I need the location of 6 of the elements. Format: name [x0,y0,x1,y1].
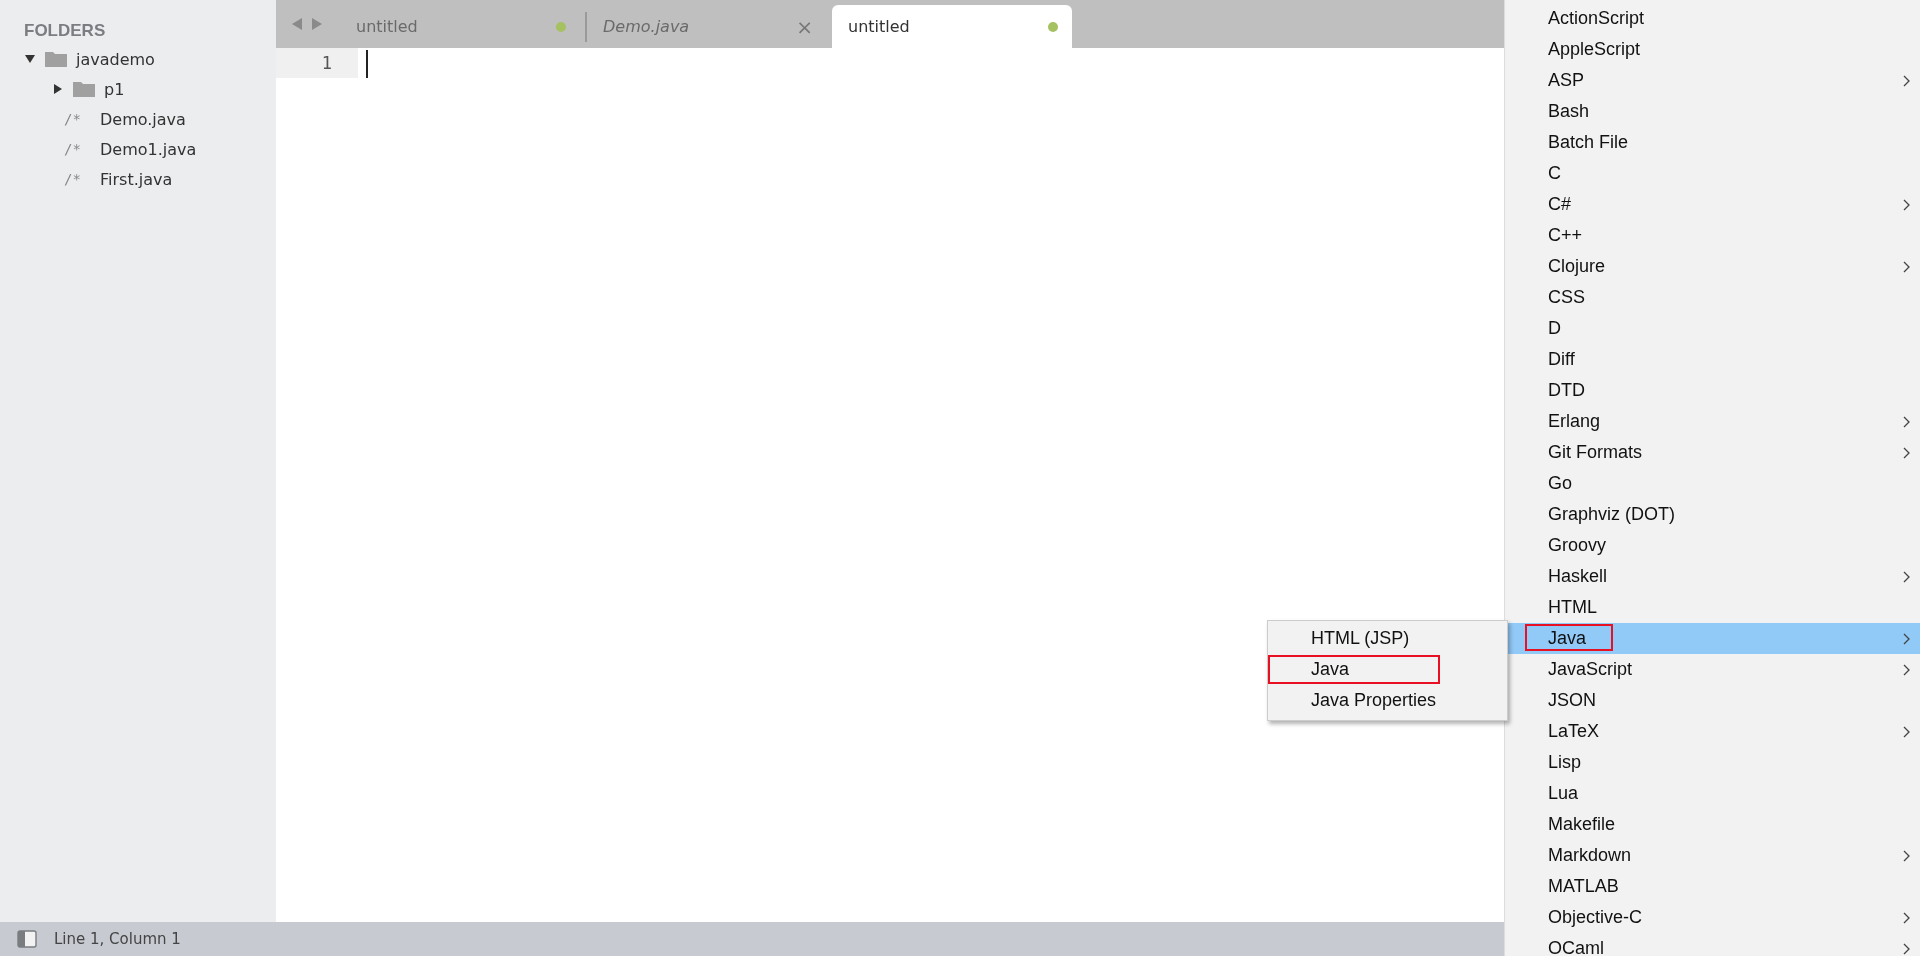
file-icon: /* [64,111,92,127]
file-icon: /* [64,141,92,157]
cursor-position: Line 1, Column 1 [54,930,181,948]
sidebar-heading: FOLDERS [24,20,107,42]
line-number: 1 [276,48,358,78]
file-icon: /* [64,171,92,187]
